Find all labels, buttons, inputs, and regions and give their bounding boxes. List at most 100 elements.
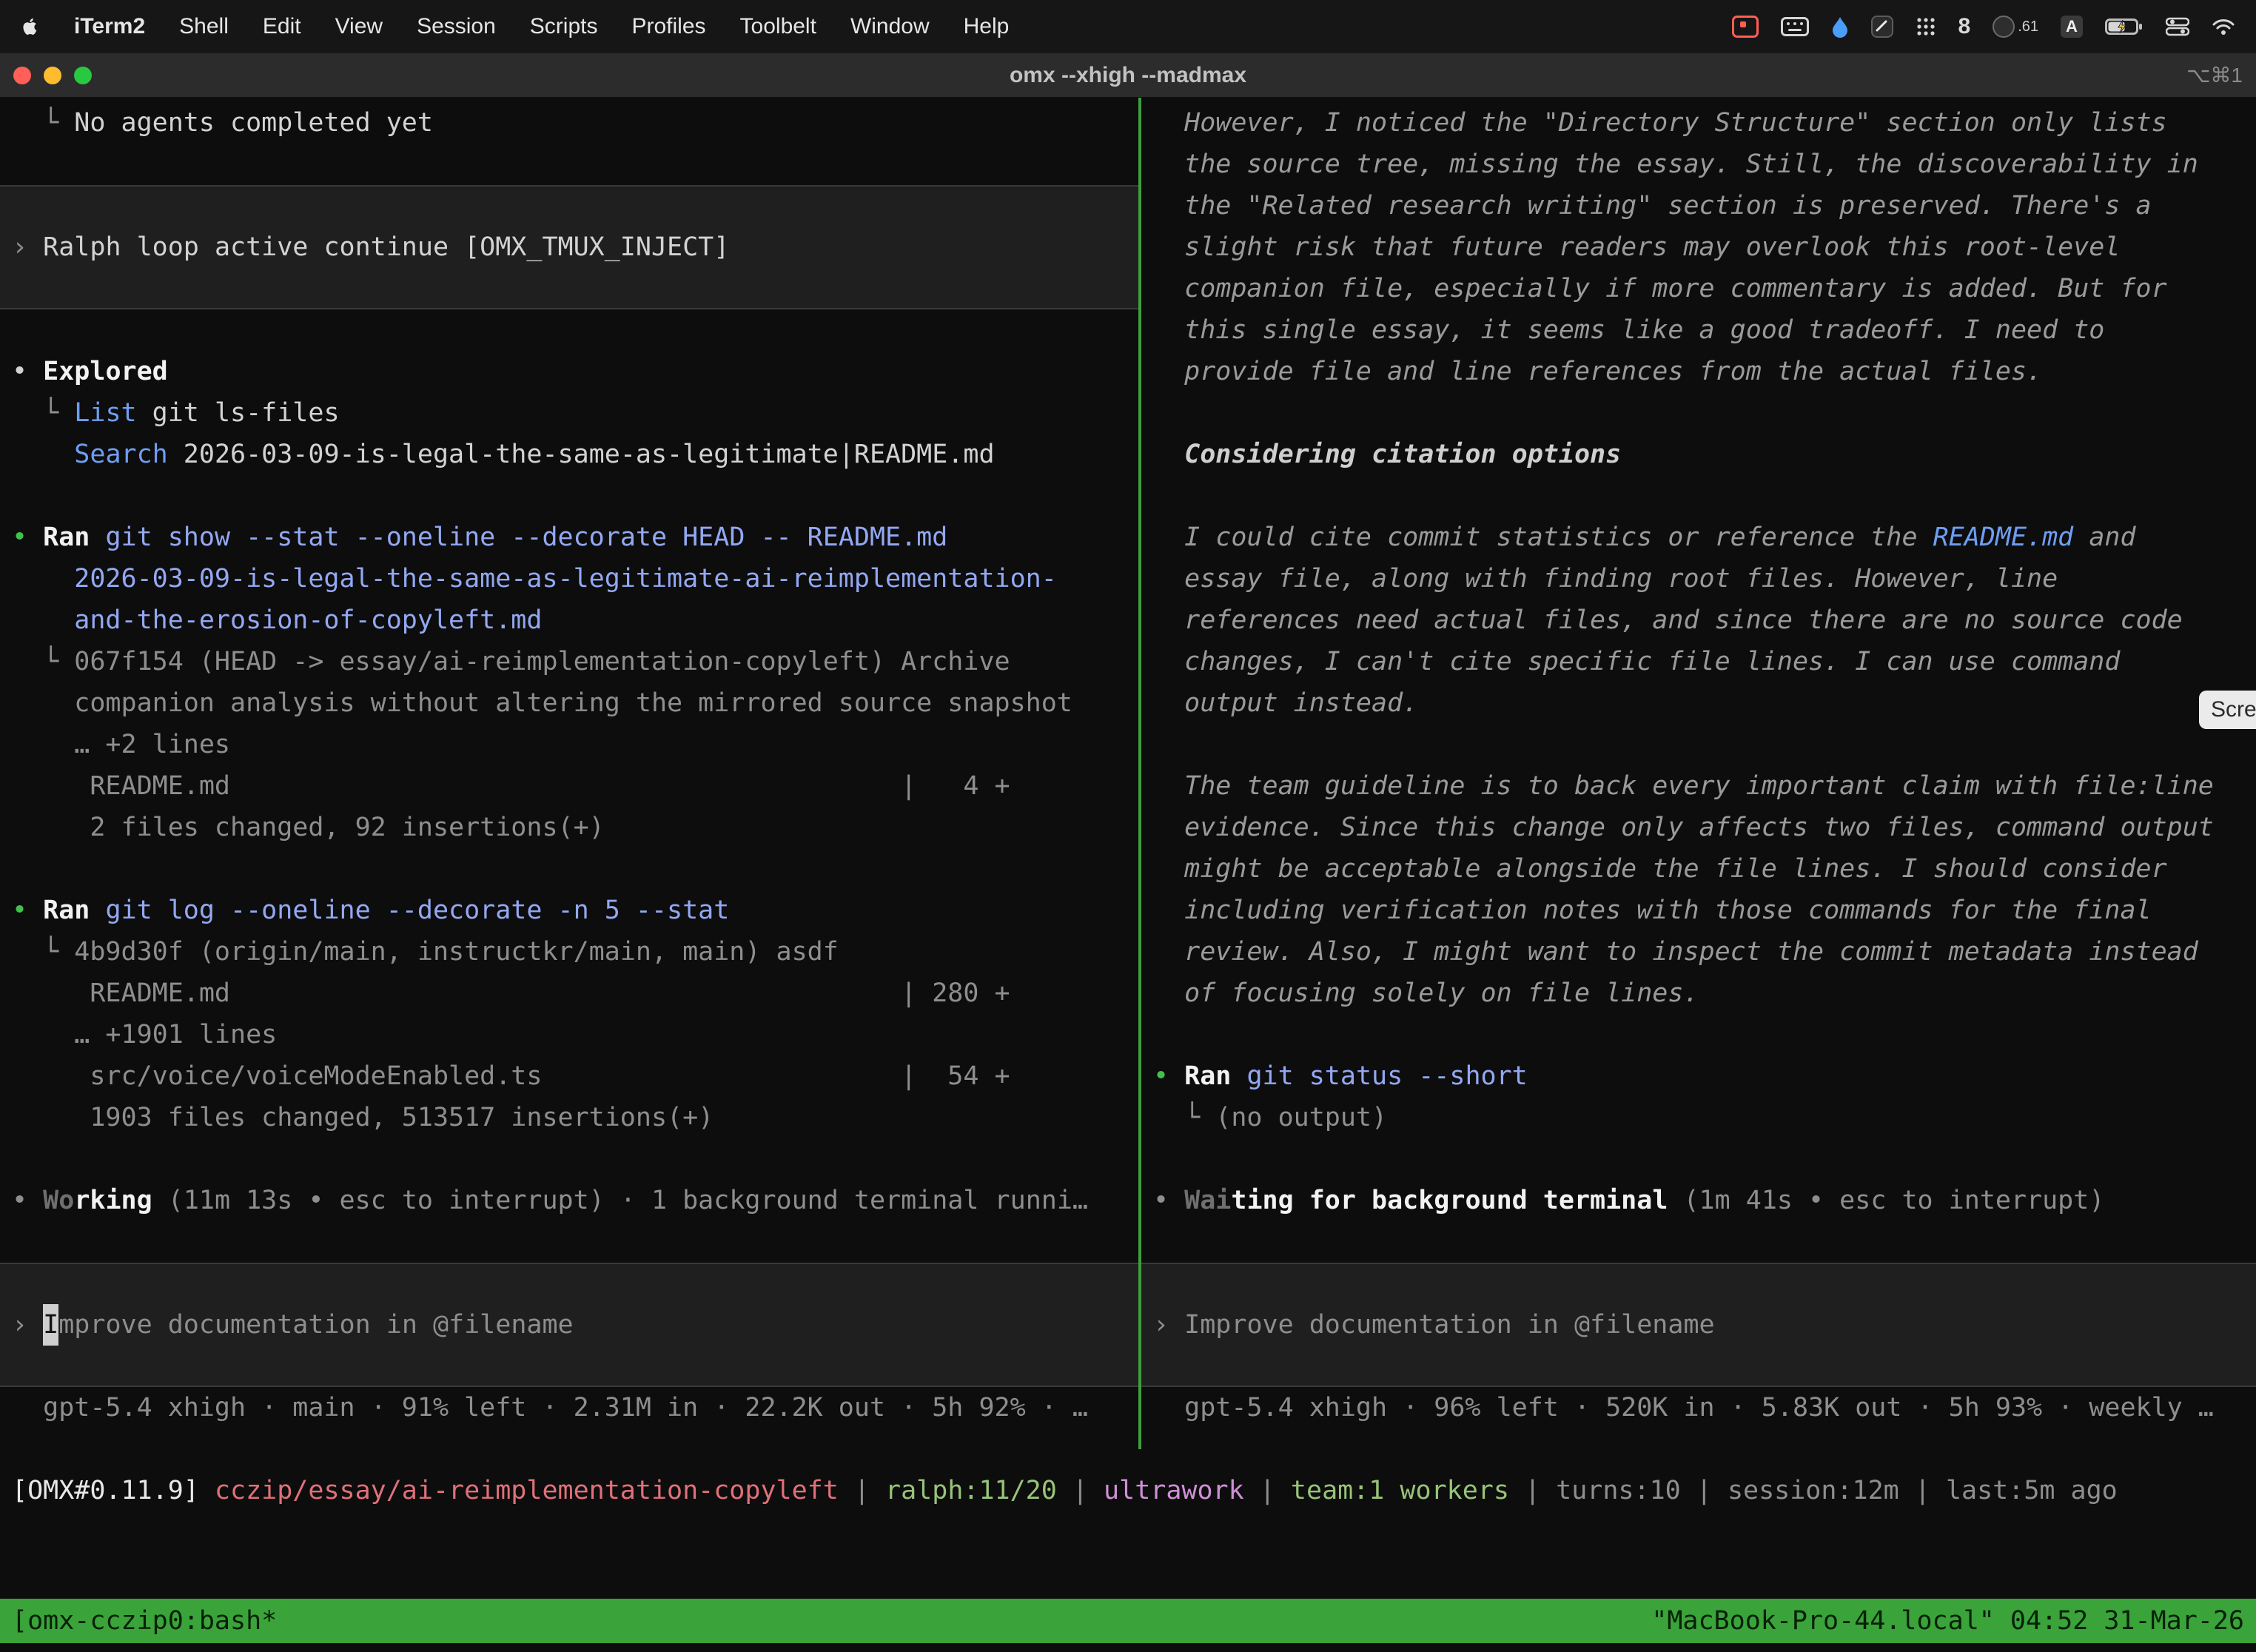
terminal-text: └	[12, 398, 74, 428]
menu-item-profiles[interactable]: Profiles	[631, 14, 705, 39]
terminal-text: git ls-files	[137, 398, 340, 428]
terminal-text: review. Also, I might want to inspect th…	[1153, 937, 2198, 967]
terminal-line: └ 4b9d30f (origin/main, instructkr/main,…	[0, 931, 1138, 973]
terminal-line: README.md | 4 +	[0, 765, 1138, 807]
terminal-text: Wai	[1184, 1186, 1231, 1215]
menu-item-shell[interactable]: Shell	[179, 14, 229, 39]
terminal-text: including verification notes with those …	[1153, 896, 2152, 925]
terminal-line: └ (no output)	[1141, 1097, 2256, 1138]
menu-item-toolbelt[interactable]: Toolbelt	[740, 14, 816, 39]
terminal-text: and	[2073, 523, 2135, 552]
prompt-input-row[interactable]: › Improve documentation in @filename	[1141, 1263, 2256, 1387]
terminal-text: session:12m	[1728, 1476, 1899, 1505]
zoom-button[interactable]	[74, 67, 92, 84]
screen-share-popup[interactable]: Scre	[2199, 691, 2256, 729]
menu-item-edit[interactable]: Edit	[263, 14, 301, 39]
terminal-text: essay file, along with finding root file…	[1153, 564, 2058, 594]
terminal-line: However, I noticed the "Directory Struct…	[1141, 102, 2256, 144]
terminal-text: (11m 13s • esc to interrupt) · 1 backgro…	[152, 1186, 1088, 1215]
terminal-line: The team guideline is to back every impo…	[1141, 765, 2256, 807]
terminal-line: … +1901 lines	[0, 1014, 1138, 1055]
terminal-text: •	[12, 1186, 43, 1215]
terminal-line: Search 2026-03-09-is-legal-the-same-as-l…	[0, 434, 1138, 475]
left-terminal-pane[interactable]: └ No agents completed yet › Ralph loop ac…	[0, 98, 1138, 1428]
terminal-line: • Explored	[0, 351, 1138, 392]
terminal-line: output instead.	[1141, 682, 2256, 724]
gauge-value: .61	[2018, 19, 2038, 36]
keyboard-icon[interactable]	[1781, 12, 1809, 41]
terminal-text: •	[12, 896, 43, 925]
terminal-text: |	[839, 1476, 885, 1505]
window-title: omx --xhigh --madmax	[1010, 63, 1246, 88]
terminal-line	[0, 848, 1138, 890]
input-source-icon[interactable]: A	[2061, 12, 2083, 41]
terminal-line: companion analysis without altering the …	[0, 682, 1138, 724]
menu-bar: iTerm2 Shell Edit View Session Scripts Profile…	[0, 0, 2256, 53]
terminal-line: • Ran git log --oneline --decorate -n 5 …	[0, 890, 1138, 931]
terminal-line: evidence. Since this change only affects…	[1141, 807, 2256, 848]
terminal-text: companion analysis without altering the …	[12, 688, 1072, 718]
tmux-host-clock: "MacBook-Pro-44.local" 04:52 31-Mar-26	[1651, 1600, 2244, 1642]
terminal-line: gpt-5.4 xhigh · 96% left · 520K in · 5.8…	[1141, 1387, 2256, 1428]
terminal-text: └ 4b9d30f (origin/main, instructkr/main,…	[12, 937, 839, 967]
terminal-text: Ran	[43, 523, 90, 552]
terminal-line: • Ran git show --stat --oneline --decora…	[0, 517, 1138, 558]
prompt-input-row[interactable]: › Improve documentation in @filename	[0, 1263, 1138, 1387]
terminal-text: README.md | 280 +	[12, 978, 1010, 1008]
tmux-window-label[interactable]: [omx-cczip0:bash*	[12, 1600, 277, 1642]
terminal-line: changes, I can't cite specific file line…	[1141, 641, 2256, 682]
terminal-line: the source tree, missing the essay. Stil…	[1141, 144, 2256, 185]
terminal-text: |	[1899, 1476, 1946, 1505]
control-center-icon[interactable]	[2166, 12, 2189, 41]
terminal-text: I could cite commit statistics or refere…	[1153, 523, 1933, 552]
terminal-line	[1141, 1014, 2256, 1055]
terminal-text: ralph:11/20	[885, 1476, 1057, 1505]
right-terminal-pane[interactable]: However, I noticed the "Directory Struct…	[1141, 98, 2256, 1428]
terminal-line: review. Also, I might want to inspect th…	[1141, 931, 2256, 973]
menu-item-session[interactable]: Session	[417, 14, 496, 39]
menu-items: iTerm2 Shell Edit View Session Scripts Profile…	[74, 14, 1009, 39]
terminal-text: … +1901 lines	[12, 1020, 277, 1050]
terminal-text: gpt-5.4 xhigh · main · 91% left · 2.31M …	[12, 1393, 1088, 1423]
terminal-text: └ (no output)	[1153, 1103, 1387, 1132]
raindrop-icon[interactable]	[1831, 12, 1849, 41]
minimize-button[interactable]	[44, 67, 61, 84]
prompt-input-row[interactable]: › Ralph loop active continue [OMX_TMUX_I…	[0, 185, 1138, 309]
close-button[interactable]	[13, 67, 31, 84]
terminal-line: └ List git ls-files	[0, 392, 1138, 434]
apps-grid-icon[interactable]	[1916, 12, 1936, 41]
terminal-text: last:5m ago	[1946, 1476, 2118, 1505]
terminal-text: provide file and line references from th…	[1153, 357, 2042, 386]
terminal-line: README.md | 280 +	[0, 973, 1138, 1014]
menu-item-iterm2[interactable]: iTerm2	[74, 14, 145, 39]
terminal-text: Considering citation options	[1153, 440, 1621, 469]
terminal-text: turns:10	[1556, 1476, 1681, 1505]
terminal-text: cczip/essay/ai-reimplementation-copyleft	[215, 1476, 839, 1505]
terminal-line	[1141, 475, 2256, 517]
terminal-text: README.md | 4 +	[12, 771, 1010, 801]
screen-recording-icon[interactable]	[1732, 12, 1759, 41]
app-icon-dark[interactable]	[1871, 12, 1893, 41]
terminal-text: git log --oneline --decorate -n 5 --stat	[90, 896, 729, 925]
menu-item-window[interactable]: Window	[850, 14, 930, 39]
gauge-icon[interactable]: .61	[1993, 12, 2038, 41]
terminal-text: The team guideline is to back every impo…	[1153, 771, 2214, 801]
menu-item-scripts[interactable]: Scripts	[530, 14, 598, 39]
apple-menu[interactable]	[21, 12, 40, 41]
window-title-bar[interactable]: omx --xhigh --madmax ⌥⌘1	[0, 53, 2256, 98]
terminal-line: • Working (11m 13s • esc to interrupt) ·…	[0, 1180, 1138, 1221]
terminal-text: No agents completed yet	[74, 108, 433, 138]
apple-logo-icon	[21, 16, 40, 38]
menu-item-help[interactable]: Help	[964, 14, 1010, 39]
terminal-line	[0, 1138, 1138, 1180]
terminal-line: [OMX#0.11.9] cczip/essay/ai-reimplementa…	[12, 1470, 2118, 1511]
battery-charging-icon[interactable]	[2105, 12, 2143, 41]
terminal-text: |	[1244, 1476, 1291, 1505]
key-8-icon[interactable]: 8	[1958, 12, 1971, 41]
window-shortcut-hint: ⌥⌘1	[2186, 63, 2243, 87]
omx-status-bar: [OMX#0.11.9] cczip/essay/ai-reimplementa…	[12, 1470, 2118, 1511]
wifi-icon[interactable]	[2212, 12, 2235, 41]
menu-item-view[interactable]: View	[335, 14, 383, 39]
terminal-text: might be acceptable alongside the file l…	[1153, 854, 2167, 884]
menu-bar-left: iTerm2 Shell Edit View Session Scripts Profile…	[21, 12, 1009, 41]
